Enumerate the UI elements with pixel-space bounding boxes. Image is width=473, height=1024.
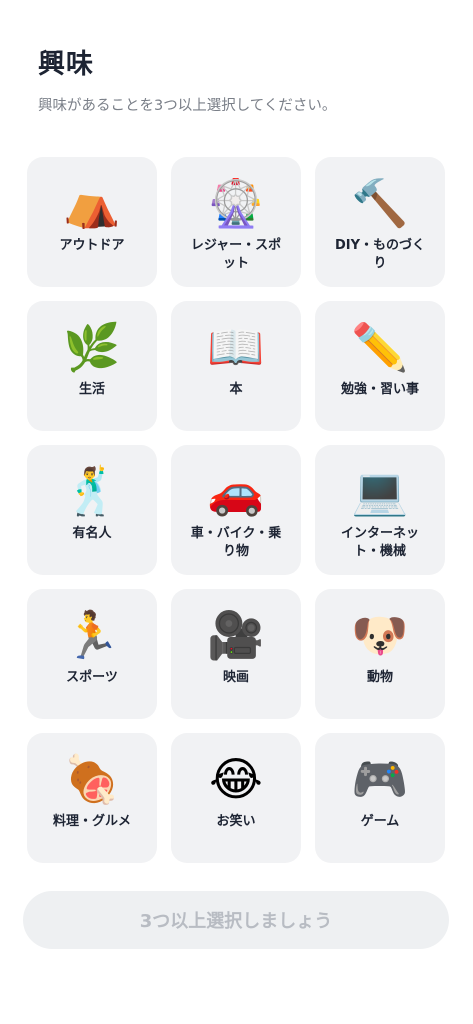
herb-icon: 🌿 xyxy=(63,320,121,374)
interest-card-leisure-spot[interactable]: 🎡 レジャー・スポット xyxy=(171,157,301,287)
interest-card-sports[interactable]: 🏃 スポーツ xyxy=(27,589,157,719)
interest-card-lifestyle[interactable]: 🌿 生活 xyxy=(27,301,157,431)
interest-label: 料理・グルメ xyxy=(52,814,131,829)
interest-label: 生活 xyxy=(78,382,105,397)
interest-label: お笑い xyxy=(216,814,256,829)
interest-card-internet[interactable]: 💻 インターネット・機械 xyxy=(315,445,445,575)
page-title: 興味 xyxy=(38,49,94,80)
interest-card-vehicles[interactable]: 🚗 車・バイク・乗り物 xyxy=(171,445,301,575)
pencil-icon: ✏️ xyxy=(351,320,409,374)
interest-label: 車・バイク・乗り物 xyxy=(190,526,282,559)
interest-label: スポーツ xyxy=(66,670,118,685)
interest-card-celebrities[interactable]: 🕺 有名人 xyxy=(27,445,157,575)
interest-card-comedy[interactable]: 😂 お笑い xyxy=(171,733,301,863)
interest-label: 動物 xyxy=(366,670,393,685)
interest-card-food[interactable]: 🍖 料理・グルメ xyxy=(27,733,157,863)
game-controller-icon: 🎮 xyxy=(351,752,409,806)
open-book-icon: 📖 xyxy=(207,320,265,374)
meat-on-bone-icon: 🍖 xyxy=(63,752,121,806)
running-man-icon: 🏃 xyxy=(63,608,121,662)
interest-selection-screen: 興味 興味があることを3つ以上選択してください。 ⛺ アウトドア 🎡 レジャー・… xyxy=(0,0,473,1024)
laptop-icon: 💻 xyxy=(351,464,409,518)
page-subtitle: 興味があることを3つ以上選択してください。 xyxy=(38,98,337,114)
interest-label: インターネット・機械 xyxy=(340,526,419,559)
interest-card-animals[interactable]: 🐶 動物 xyxy=(315,589,445,719)
interest-label: DIY・ものづくり xyxy=(334,238,426,271)
car-icon: 🚗 xyxy=(207,464,265,518)
interest-card-games[interactable]: 🎮 ゲーム xyxy=(315,733,445,863)
ferris-wheel-icon: 🎡 xyxy=(207,176,265,230)
dog-face-icon: 🐶 xyxy=(351,608,409,662)
interest-grid: ⛺ アウトドア 🎡 レジャー・スポット 🔨 DIY・ものづくり 🌿 生活 📖 本… xyxy=(27,157,445,863)
interest-label: 有名人 xyxy=(72,526,112,541)
interest-card-movies[interactable]: 🎥 映画 xyxy=(171,589,301,719)
hammer-icon: 🔨 xyxy=(351,176,409,230)
dancing-man-icon: 🕺 xyxy=(63,464,121,518)
interest-label: ゲーム xyxy=(360,814,400,829)
interest-label: レジャー・スポット xyxy=(190,238,282,271)
interest-card-books[interactable]: 📖 本 xyxy=(171,301,301,431)
tears-of-joy-icon: 😂 xyxy=(209,752,263,806)
interest-card-diy[interactable]: 🔨 DIY・ものづくり xyxy=(315,157,445,287)
interest-label: 映画 xyxy=(222,670,249,685)
movie-camera-icon: 🎥 xyxy=(207,608,265,662)
interest-card-study[interactable]: ✏️ 勉強・習い事 xyxy=(315,301,445,431)
interest-label: 勉強・習い事 xyxy=(340,382,419,397)
select-three-button[interactable]: 3つ以上選択しましょう xyxy=(23,891,449,949)
interest-label: アウトドア xyxy=(59,238,125,253)
interest-card-outdoor[interactable]: ⛺ アウトドア xyxy=(27,157,157,287)
interest-label: 本 xyxy=(229,382,243,397)
tent-icon: ⛺ xyxy=(63,176,121,230)
